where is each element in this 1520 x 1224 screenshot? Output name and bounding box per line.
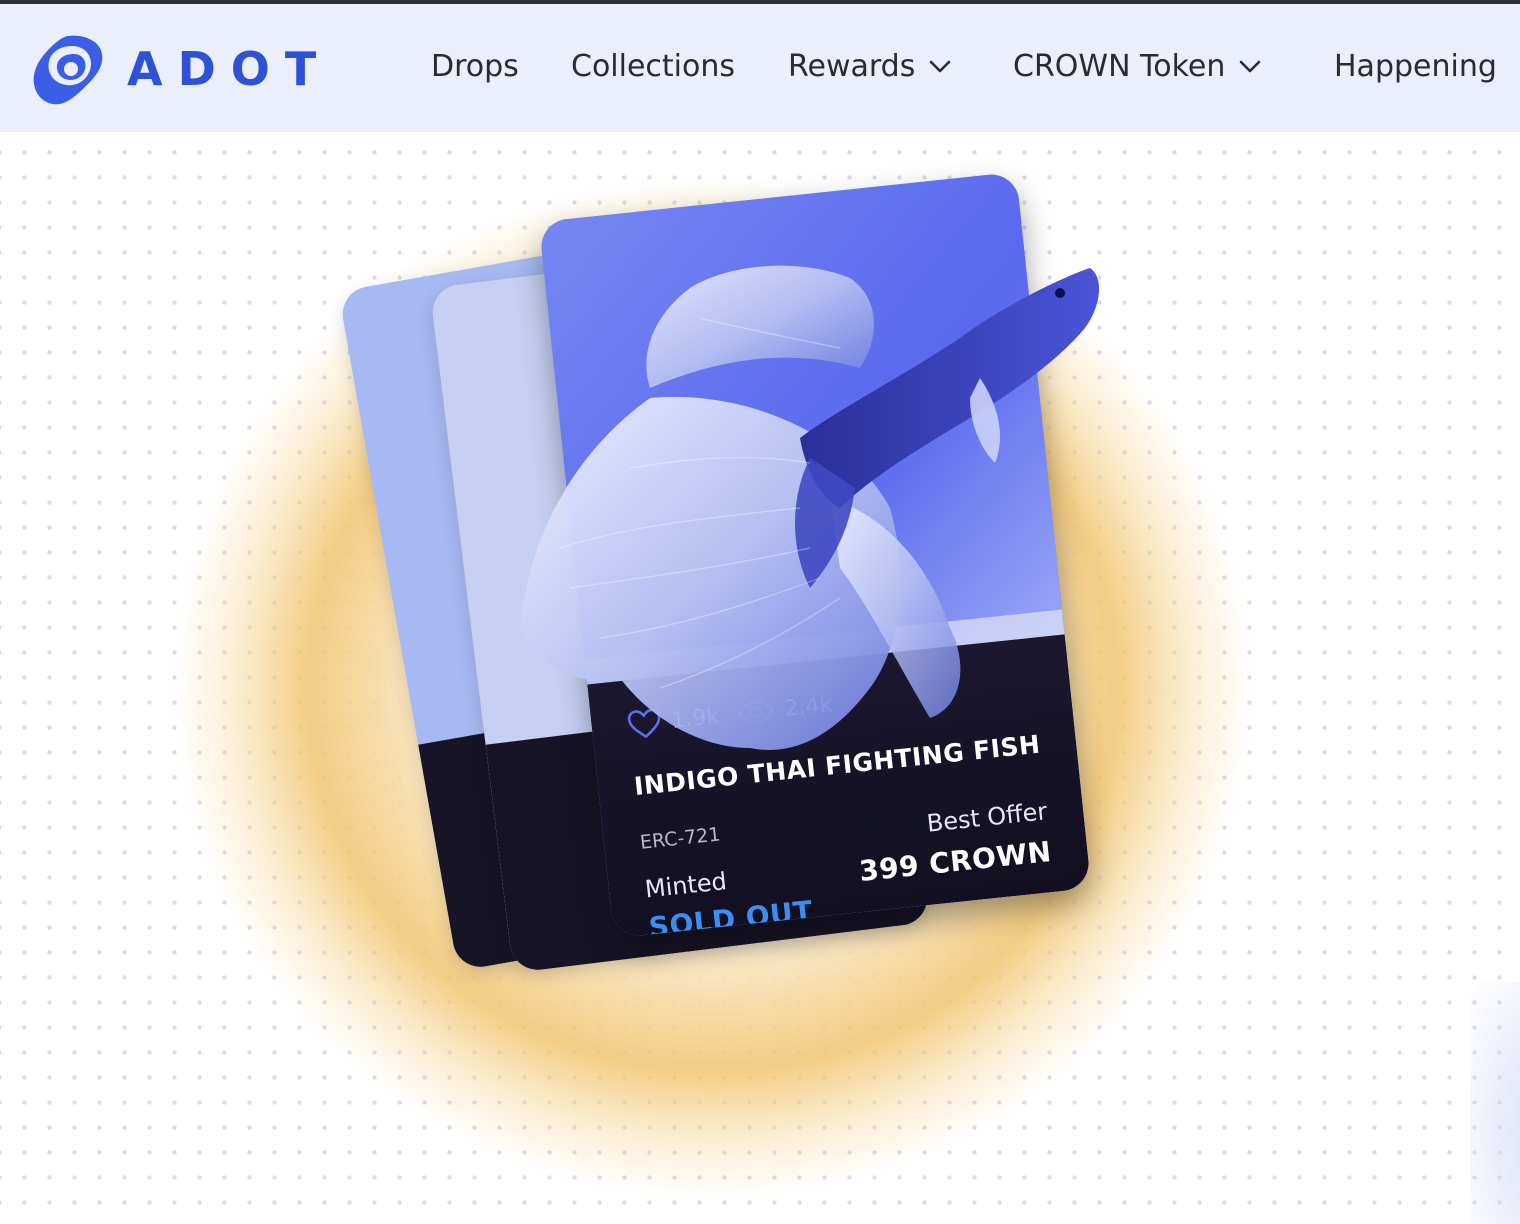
token-standard: ERC-721 (638, 823, 722, 854)
navbar: ADOT Drops Collections Rewards CROWN Tok… (0, 4, 1520, 132)
chevron-down-icon (1240, 60, 1261, 72)
nft-card[interactable]: 1.9k 2.4k INDIGO THAI FIGHTING FISH ERC-… (538, 171, 1092, 939)
heart-icon (627, 708, 661, 738)
nav-drops[interactable]: Drops (431, 49, 519, 84)
nav-crown-token[interactable]: CROWN Token (1013, 49, 1261, 84)
nav-happening[interactable]: Happening (1334, 49, 1497, 84)
nav-happening-label: Happening (1334, 49, 1497, 84)
nav-crown-token-label: CROWN Token (1013, 49, 1226, 84)
edge-decoration (1470, 982, 1520, 1224)
likes-count: 1.9k (670, 703, 721, 734)
nav-rewards-label: Rewards (788, 49, 916, 84)
logo-icon[interactable] (30, 32, 106, 108)
nav-rewards[interactable]: Rewards (788, 49, 951, 84)
card-info-panel: 1.9k 2.4k INDIGO THAI FIGHTING FISH ERC-… (587, 634, 1092, 939)
views-stat: 2.4k (736, 691, 834, 727)
brand-name[interactable]: ADOT (127, 42, 331, 96)
chevron-down-icon (930, 60, 951, 72)
card-artwork (538, 171, 1066, 690)
card-stats: 1.9k 2.4k (626, 689, 833, 740)
eye-icon (737, 700, 775, 724)
nav-drops-label: Drops (431, 49, 519, 84)
nft-title[interactable]: INDIGO THAI FIGHTING FISH (633, 730, 1042, 802)
views-count: 2.4k (783, 691, 834, 722)
nav-collections[interactable]: Collections (571, 49, 735, 84)
best-offer-label: Best Offer (925, 797, 1049, 838)
minted-label: Minted (643, 867, 729, 904)
best-offer-price: 399 CROWN (857, 835, 1054, 889)
likes-stat[interactable]: 1.9k (626, 701, 720, 740)
nav-collections-label: Collections (571, 49, 736, 84)
